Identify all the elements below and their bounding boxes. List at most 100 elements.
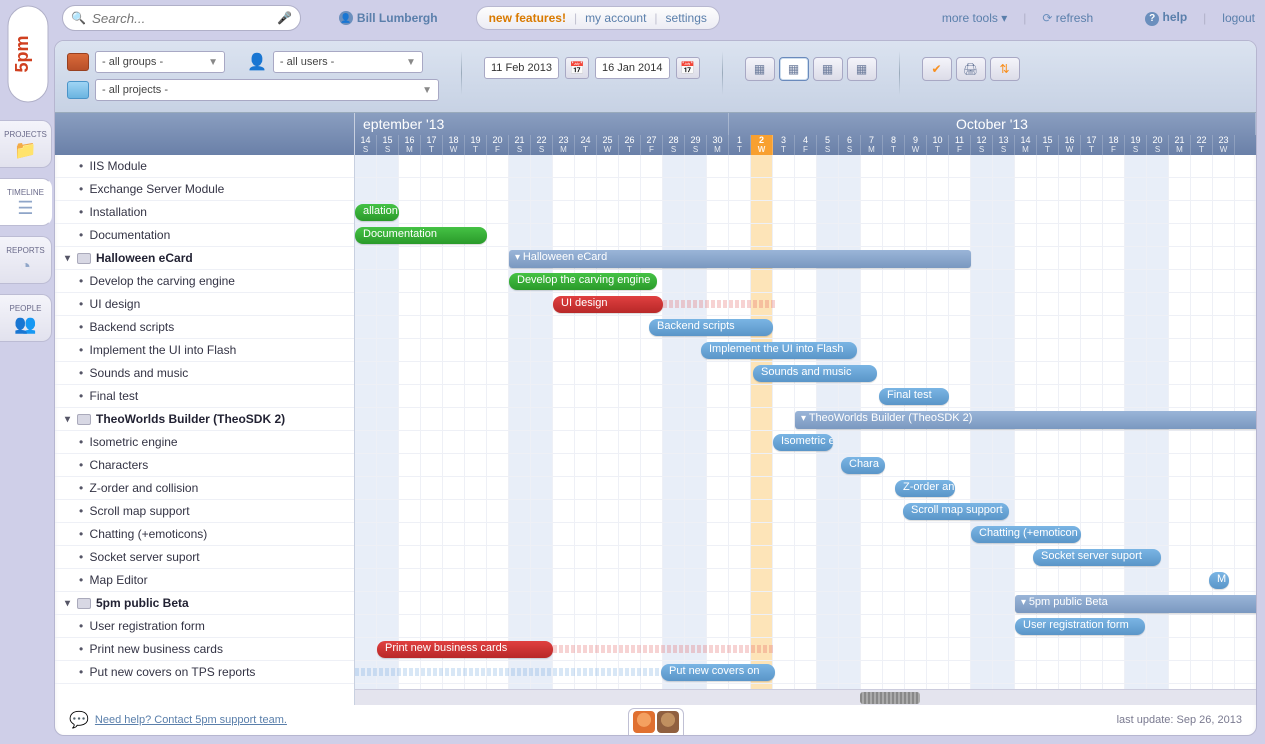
gantt-bar[interactable]: Socket server suport <box>1033 549 1161 566</box>
gantt-bar[interactable]: 5pm public Beta <box>1015 595 1256 613</box>
task-list-header <box>55 113 354 155</box>
gantt-bar[interactable]: Chatting (+emoticon <box>971 526 1081 543</box>
task-row[interactable]: Map Editor <box>55 569 354 592</box>
task-row[interactable]: Installation <box>55 201 354 224</box>
project-row[interactable]: ▾Halloween eCard <box>55 247 354 270</box>
gantt-bar[interactable]: TheoWorlds Builder (TheoSDK 2) <box>795 411 1256 429</box>
app-logo: 5pm <box>6 4 50 104</box>
task-row[interactable]: Implement the UI into Flash <box>55 339 354 362</box>
settings-link[interactable]: settings <box>666 11 707 25</box>
task-row[interactable]: Backend scripts <box>55 316 354 339</box>
gantt-bar[interactable]: Chara <box>841 457 885 474</box>
main-panel: - all groups -▼ 👤 - all users -▼ - all p… <box>54 40 1257 736</box>
sidetab-timeline[interactable]: TIMELINE☰ <box>0 178 52 226</box>
svg-text:5pm: 5pm <box>12 35 32 72</box>
sidetab-people[interactable]: PEOPLE👥 <box>0 294 52 342</box>
horizontal-scrollbar[interactable] <box>355 689 1256 705</box>
task-row[interactable]: Develop the carving engine <box>55 270 354 293</box>
date-to-cal[interactable]: 📅 <box>676 57 700 79</box>
projects-dropdown[interactable]: - all projects -▼ <box>95 79 439 101</box>
task-row[interactable]: Final test <box>55 385 354 408</box>
chat-icon: 💬 <box>69 710 89 730</box>
task-row[interactable]: UI design <box>55 293 354 316</box>
sidetab-reports[interactable]: REPORTS◔ <box>0 236 52 284</box>
refresh-link[interactable]: ⟳ refresh <box>1042 11 1093 25</box>
view-month[interactable]: ▦ <box>813 57 843 81</box>
task-row[interactable]: Socket server suport <box>55 546 354 569</box>
gantt-bar[interactable]: Print new business cards <box>377 641 553 658</box>
project-row[interactable]: ▾TheoWorlds Builder (TheoSDK 2) <box>55 408 354 431</box>
avatar[interactable] <box>657 711 679 733</box>
gantt-bar[interactable]: M <box>1209 572 1229 589</box>
date-to[interactable]: 16 Jan 2014 <box>595 57 670 79</box>
logout-link[interactable]: logout <box>1222 11 1255 25</box>
view-day[interactable]: ▦ <box>745 57 775 81</box>
task-row[interactable]: Chatting (+emoticons) <box>55 523 354 546</box>
current-user[interactable]: 👤 Bill Lumbergh <box>339 11 438 25</box>
date-from[interactable]: 11 Feb 2013 <box>484 57 559 79</box>
gantt-bar[interactable]: Implement the UI into Flash <box>701 342 857 359</box>
print-button[interactable]: 🖨 <box>956 57 986 81</box>
toggle-done[interactable]: ✔ <box>922 57 952 81</box>
nav-pill: new features! | my account | settings <box>476 6 720 30</box>
check-icon: ✔ <box>932 62 942 76</box>
mic-icon[interactable]: 🎤 <box>277 11 292 25</box>
gantt-bar[interactable]: Documentation <box>355 227 487 244</box>
view-week[interactable]: ▦ <box>779 57 809 81</box>
toolbar: - all groups -▼ 👤 - all users -▼ - all p… <box>55 41 1256 113</box>
task-row[interactable]: Exchange Server Module <box>55 178 354 201</box>
help-icon: ? <box>1145 12 1159 26</box>
export-button[interactable]: ⇅ <box>990 57 1020 81</box>
task-row[interactable]: Put new covers on TPS reports <box>55 661 354 684</box>
folder-icon: 📁 <box>14 141 36 159</box>
gantt-bar[interactable]: Put new covers on <box>661 664 775 681</box>
gantt-bar[interactable]: User registration form <box>1015 618 1145 635</box>
search-input[interactable] <box>92 11 271 26</box>
task-row[interactable]: User registration form <box>55 615 354 638</box>
scroll-thumb[interactable] <box>860 692 920 704</box>
gantt-bar[interactable]: Backend scripts <box>649 319 773 336</box>
project-row[interactable]: ▾5pm public Beta <box>55 592 354 615</box>
task-row[interactable]: Sounds and music <box>55 362 354 385</box>
timeline-icon: ☰ <box>17 199 33 217</box>
groups-dropdown[interactable]: - all groups -▼ <box>95 51 225 73</box>
task-row[interactable]: Isometric engine <box>55 431 354 454</box>
gantt-bar[interactable]: Isometric e <box>773 434 833 451</box>
people-icon: 👥 <box>14 315 36 333</box>
help-link[interactable]: ? help <box>1145 10 1187 26</box>
search-input-wrap[interactable]: 🔍 🎤 <box>62 5 301 31</box>
view-year[interactable]: ▦ <box>847 57 877 81</box>
gantt-bar[interactable]: Final test <box>879 388 949 405</box>
sidetab-projects[interactable]: PROJECTS📁 <box>0 120 52 168</box>
task-list[interactable]: IIS ModuleExchange Server ModuleInstalla… <box>55 155 354 705</box>
gantt-bar[interactable]: Scroll map support <box>903 503 1009 520</box>
gantt-bar[interactable]: Sounds and music <box>753 365 877 382</box>
new-features-link[interactable]: new features! <box>489 11 566 25</box>
refresh-icon: ⟳ <box>1042 11 1052 25</box>
gantt-chart[interactable]: allation Documentation Halloween eCard Deve… <box>355 155 1256 705</box>
date-from-cal[interactable]: 📅 <box>565 57 589 79</box>
gantt-bar[interactable]: allation <box>355 204 399 221</box>
task-row[interactable]: Scroll map support <box>55 500 354 523</box>
task-row[interactable]: Documentation <box>55 224 354 247</box>
support-link[interactable]: Need help? Contact 5pm support team. <box>95 714 287 726</box>
my-account-link[interactable]: my account <box>585 11 646 25</box>
user-icon: 👤 <box>339 11 353 25</box>
pie-icon: ◔ <box>20 257 31 275</box>
gantt-bar[interactable]: Halloween eCard <box>509 250 971 268</box>
task-row[interactable]: IIS Module <box>55 155 354 178</box>
avatar[interactable] <box>633 711 655 733</box>
gantt-bar[interactable]: Z-order an <box>895 480 955 497</box>
gantt-bar[interactable]: Develop the carving engine <box>509 273 657 290</box>
users-dropdown[interactable]: - all users -▼ <box>273 51 423 73</box>
swap-icon: ⇅ <box>1000 62 1010 76</box>
task-row[interactable]: Z-order and collision <box>55 477 354 500</box>
task-row[interactable]: Characters <box>55 454 354 477</box>
chat-avatars[interactable] <box>628 708 684 735</box>
users-icon: 👤 <box>247 52 267 72</box>
search-icon: 🔍 <box>71 11 86 25</box>
more-tools-link[interactable]: more tools ▾ <box>942 11 1007 25</box>
task-row[interactable]: Print new business cards <box>55 638 354 661</box>
groups-icon <box>67 53 89 71</box>
gantt-bar[interactable]: UI design <box>553 296 663 313</box>
